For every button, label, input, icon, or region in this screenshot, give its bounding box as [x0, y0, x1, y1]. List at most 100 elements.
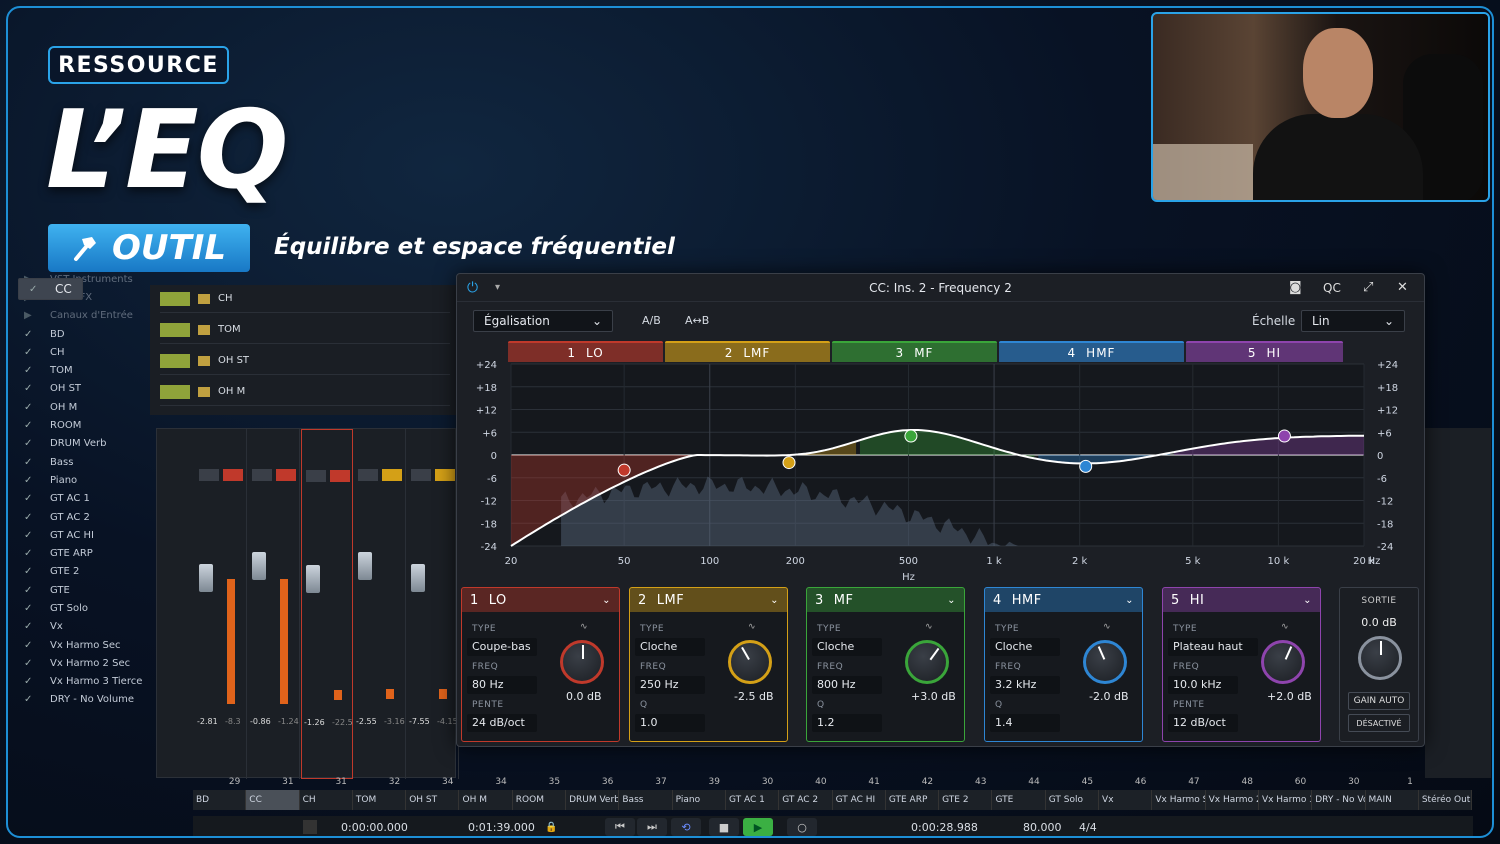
track-list-item[interactable]: ✓ GTE 2 — [18, 563, 146, 581]
mute-button[interactable] — [199, 469, 219, 481]
freq-field[interactable]: 800 Hz — [812, 676, 882, 694]
track-list-item[interactable]: ✓ Vx Harmo 3 Tierce — [18, 673, 146, 691]
channel-name[interactable]: GT AC HI — [832, 790, 886, 810]
freq-field[interactable]: 250 Hz — [635, 676, 705, 694]
volume-fader[interactable] — [252, 552, 266, 580]
gain-knob[interactable] — [1261, 640, 1305, 684]
scale-select[interactable]: Lin ⌄ — [1301, 310, 1405, 332]
stop-button[interactable]: ■ — [709, 818, 739, 836]
band-header[interactable]: 2 LMF ⌄ — [630, 588, 787, 612]
arrange-track-row[interactable]: TOM — [160, 316, 450, 344]
arrange-track-row[interactable]: OH ST — [160, 347, 450, 375]
q-field[interactable]: 1.4 — [990, 714, 1060, 732]
check-icon[interactable]: ✓ — [24, 347, 34, 358]
copy-ab-button[interactable]: A↔B — [685, 314, 709, 327]
band-handle-hmf[interactable] — [1079, 459, 1093, 473]
channel-name[interactable]: GT AC 1 — [725, 790, 780, 810]
channel-name[interactable]: BD — [193, 790, 247, 810]
check-icon[interactable]: ✓ — [24, 585, 34, 596]
track-list-item[interactable]: ✓ DRUM Verb — [18, 435, 146, 453]
expand-icon[interactable]: ▶ — [24, 310, 34, 321]
check-icon[interactable]: ✓ — [29, 284, 39, 295]
channel-name[interactable]: Vx Harmo 3 Tierce — [1258, 790, 1313, 810]
channel-name[interactable]: Bass — [619, 790, 673, 810]
channel-name[interactable]: GT Solo — [1045, 790, 1100, 810]
record-icon[interactable] — [198, 293, 210, 304]
channel-name[interactable]: TOM — [352, 790, 407, 810]
track-list-item[interactable]: ✓ GT AC 1 — [18, 490, 146, 508]
channel-name[interactable]: Vx Harmo 2 Sec — [1205, 790, 1259, 810]
freq-field[interactable]: 80 Hz — [467, 676, 537, 694]
channel-name[interactable]: Stéréo Out — [1418, 790, 1473, 810]
type-select[interactable]: Cloche — [635, 638, 705, 656]
channel-name[interactable]: GT AC 2 — [779, 790, 833, 810]
check-icon[interactable]: ✓ — [24, 694, 34, 705]
q-field[interactable]: 12 dB/oct — [1168, 714, 1238, 732]
mute-button[interactable] — [358, 469, 378, 481]
type-select[interactable]: Plateau haut — [1168, 638, 1258, 656]
check-icon[interactable]: ✓ — [24, 640, 34, 651]
ab-button[interactable]: A/B — [642, 314, 661, 327]
check-icon[interactable]: ✓ — [24, 658, 34, 669]
track-list-item[interactable]: ✓ CH — [18, 343, 146, 361]
q-field[interactable]: 1.0 — [635, 714, 705, 732]
channel-name[interactable]: CC — [246, 790, 300, 810]
track-list-item[interactable]: ✓ BD — [18, 325, 146, 343]
record-button[interactable]: ○ — [787, 818, 817, 836]
check-icon[interactable]: ✓ — [24, 512, 34, 523]
band-tab-hmf[interactable]: 4 HMF — [999, 341, 1184, 362]
band-tab-mf[interactable]: 3 MF — [832, 341, 997, 362]
record-icon[interactable] — [198, 386, 210, 397]
channel-name[interactable]: GTE ARP — [885, 790, 940, 810]
check-icon[interactable]: ✓ — [24, 329, 34, 340]
check-icon[interactable]: ✓ — [24, 438, 34, 449]
channel-name[interactable]: DRUM Verb — [566, 790, 620, 810]
band-header[interactable]: 4 HMF ⌄ — [985, 588, 1142, 612]
gain-knob[interactable] — [905, 640, 949, 684]
channel-name[interactable]: OH ST — [406, 790, 460, 810]
band-handle-lo[interactable] — [617, 463, 631, 477]
track-list-item[interactable]: ✓ OH M — [18, 398, 146, 416]
type-select[interactable]: Cloche — [990, 638, 1060, 656]
band-handle-hi[interactable] — [1277, 429, 1291, 443]
check-icon[interactable]: ✓ — [24, 530, 34, 541]
track-list-item[interactable]: ✓ ROOM — [18, 416, 146, 434]
track-list-item[interactable]: ✓ Bass — [18, 453, 146, 471]
type-select[interactable]: Coupe-bas — [467, 638, 537, 656]
check-icon[interactable]: ✓ — [24, 566, 34, 577]
check-icon[interactable]: ✓ — [24, 475, 34, 486]
solo-button[interactable] — [276, 469, 296, 481]
check-icon[interactable]: ✓ — [24, 621, 34, 632]
track-list-item[interactable]: ✓ GT AC HI — [18, 526, 146, 544]
track-list-item[interactable]: ✓ Vx — [18, 618, 146, 636]
record-icon[interactable] — [198, 355, 210, 366]
mute-button[interactable] — [306, 470, 326, 482]
check-icon[interactable]: ✓ — [24, 493, 34, 504]
arrange-track-row[interactable]: OH M — [160, 378, 450, 406]
track-list-item[interactable]: ✓ TOM — [18, 361, 146, 379]
track-list-item[interactable]: ✓ Vx Harmo Sec — [18, 636, 146, 654]
track-list-item[interactable]: ✓ OH ST — [18, 380, 146, 398]
mute-button[interactable] — [411, 469, 431, 481]
check-icon[interactable]: ✓ — [24, 383, 34, 394]
gain-auto-button[interactable]: GAIN AUTO — [1348, 692, 1410, 710]
freq-field[interactable]: 3.2 kHz — [990, 676, 1060, 694]
freq-field[interactable]: 10.0 kHz — [1168, 676, 1238, 694]
volume-fader[interactable] — [358, 552, 372, 580]
go-end-button[interactable]: ⏭ — [637, 818, 667, 836]
track-list-item[interactable]: ✓ GT AC 2 — [18, 508, 146, 526]
channel-name[interactable]: OH M — [459, 790, 513, 810]
check-icon[interactable]: ✓ — [24, 420, 34, 431]
band-handle-lmf[interactable] — [782, 456, 796, 470]
track-list-item[interactable]: ▶ Canaux d'Entrée — [18, 307, 146, 325]
band-tab-lmf[interactable]: 2 LMF — [665, 341, 830, 362]
channel-name[interactable]: CH — [299, 790, 353, 810]
camera-icon[interactable]: ◙ — [1289, 280, 1302, 295]
qc-button[interactable]: QC — [1323, 281, 1341, 295]
track-list-item[interactable]: ✓ DRY - No Volume — [18, 691, 146, 709]
channel-name[interactable]: GTE — [992, 790, 1046, 810]
track-list-item[interactable]: ✓ Vx Harmo 2 Sec — [18, 654, 146, 672]
q-field[interactable]: 24 dB/oct — [467, 714, 537, 732]
channel-name[interactable]: Piano — [672, 790, 726, 810]
check-icon[interactable]: ✓ — [24, 603, 34, 614]
